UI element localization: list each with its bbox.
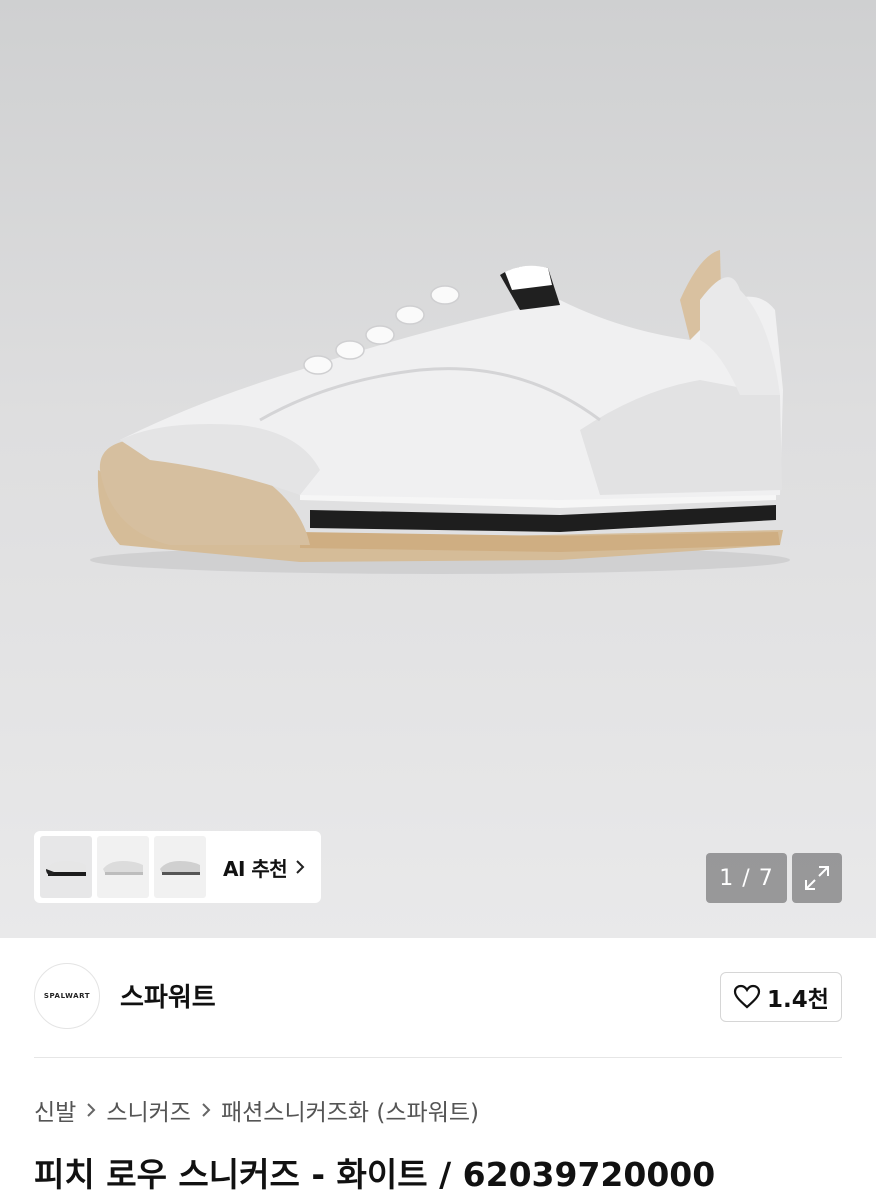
- store-logo[interactable]: SPALWART: [34, 963, 100, 1029]
- shoe-grey-thumbnail: [160, 861, 200, 875]
- store-name[interactable]: 스파워트: [120, 977, 216, 1014]
- thumbnail-2[interactable]: [97, 836, 149, 898]
- like-count: 1.4천: [767, 987, 829, 1013]
- expand-button[interactable]: [792, 853, 842, 903]
- shoe-white-thumbnail: [103, 861, 143, 875]
- shoe-black-sole-thumbnail: [46, 861, 86, 876]
- thumbnail-3[interactable]: [154, 836, 206, 898]
- ai-recommend-label[interactable]: AI 추천: [223, 853, 288, 882]
- chevron-right-icon: [86, 1102, 96, 1118]
- thumbnail-strip: AI 추천: [34, 831, 321, 903]
- breadcrumb: 신발 스니커즈 패션스니커즈화 (스파워트): [34, 1093, 479, 1127]
- breadcrumb-item-sneakers[interactable]: 스니커즈: [106, 1093, 191, 1127]
- breadcrumb-item-fashion-sneakers[interactable]: 패션스니커즈화 (스파워트): [221, 1093, 479, 1127]
- heart-icon: [733, 984, 761, 1009]
- product-title: 피치 로우 스니커즈 - 화이트 / 62039720000: [34, 1155, 716, 1194]
- divider: [34, 1057, 842, 1058]
- thumbnail-1[interactable]: [40, 836, 92, 898]
- chevron-right-icon: [201, 1102, 211, 1118]
- store-row: SPALWART 스파워트 1.4천: [34, 963, 842, 1031]
- store-logo-text: SPALWART: [43, 992, 91, 1000]
- breadcrumb-item-shoes[interactable]: 신발: [34, 1093, 76, 1127]
- sneaker-illustration: [90, 250, 790, 574]
- image-counter: 1 / 7: [706, 853, 787, 903]
- like-button[interactable]: 1.4천: [720, 972, 842, 1022]
- chevron-right-icon[interactable]: [295, 859, 305, 875]
- product-image[interactable]: AI 추천 1 / 7: [0, 0, 876, 938]
- expand-icon: [805, 866, 829, 890]
